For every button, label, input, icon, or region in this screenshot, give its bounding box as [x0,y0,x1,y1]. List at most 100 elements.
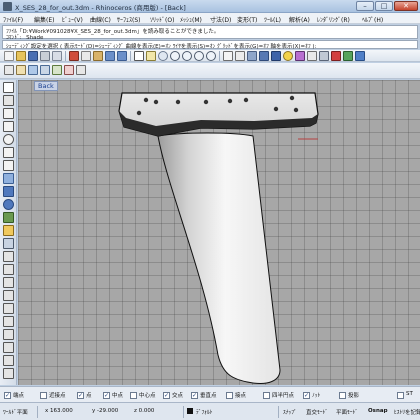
minimize-button[interactable]: – [356,1,374,11]
four-viewports-icon[interactable] [223,51,233,61]
render-teapot-icon[interactable] [331,51,341,61]
circle-icon[interactable] [3,134,14,145]
surface-tools-icon[interactable] [28,65,38,75]
layers-icon[interactable] [307,51,317,61]
osnap-knot-checkbox[interactable]: ✓ [303,392,310,399]
dimension-icon[interactable] [3,368,14,379]
construction-plane[interactable]: ﾜｰﾙﾄﾞ平面 [3,408,28,416]
select-icon[interactable] [3,82,14,93]
polyline-icon[interactable] [3,121,14,132]
print-icon[interactable] [40,51,50,61]
zoom-window-icon[interactable] [182,51,192,61]
osnap-mid-checkbox[interactable]: ✓ [103,392,110,399]
menu-view[interactable]: ﾋﾞｭｰ(V) [62,15,83,24]
zoom-selected-icon[interactable] [206,51,216,61]
osnap-intersection-checkbox[interactable]: ✓ [163,392,170,399]
render-tools-icon[interactable] [64,65,74,75]
box-solid-icon[interactable] [3,186,14,197]
planar-toggle[interactable]: 平面ﾓｰﾄﾞ [336,408,358,416]
rotate-icon[interactable] [3,316,14,327]
back-viewport[interactable]: Back [18,80,420,385]
osnap-near-checkbox[interactable] [40,392,47,399]
select-arrow-icon[interactable] [134,51,144,61]
mesh-icon[interactable] [3,212,14,223]
menu-dimension[interactable]: 寸法(D) [210,15,231,24]
rectangle-icon[interactable] [3,160,14,171]
record-history-toggle[interactable]: ﾋｽﾄﾘを記録 [394,408,420,416]
line-icon[interactable] [3,108,14,119]
close-button[interactable]: ✕ [394,1,418,11]
drafting-icon[interactable] [76,65,86,75]
menu-solid[interactable]: ｿﾘｯﾄﾞ(O) [150,15,174,24]
menu-curve[interactable]: 曲線(C) [90,15,111,24]
options-icon[interactable] [343,51,353,61]
osnap-project-checkbox[interactable] [339,392,346,399]
new-file-icon[interactable] [4,51,14,61]
menu-file[interactable]: ﾌｧｲﾙ(F) [3,15,23,24]
viewport-title[interactable]: Back [34,81,58,91]
menu-render[interactable]: ﾚﾝﾀﾞﾘﾝｸﾞ(R) [317,15,350,24]
mesh-tools-icon[interactable] [52,65,62,75]
scale-icon[interactable] [3,329,14,340]
solid-tools-icon[interactable] [40,65,50,75]
help-icon[interactable] [355,51,365,61]
join-icon[interactable] [3,277,14,288]
trim-icon[interactable] [3,251,14,262]
curve-tools-icon[interactable] [16,65,26,75]
rhino-app-icon[interactable] [3,2,12,11]
undo-icon[interactable] [105,51,115,61]
osnap-center-checkbox[interactable] [130,392,137,399]
menu-edit[interactable]: 編集(E) [34,15,54,24]
menu-mesh[interactable]: ﾒｯｼｭ(M) [180,15,202,24]
arc-icon[interactable] [3,147,14,158]
copy-icon[interactable] [81,51,91,61]
menu-help[interactable]: ﾍﾙﾌﾟ(H) [362,15,383,24]
ortho-toggle[interactable]: 直交ﾓｰﾄﾞ [306,408,328,416]
point-icon[interactable] [4,65,14,75]
zoom-extents-icon[interactable] [194,51,204,61]
grid-icon[interactable] [235,51,245,61]
osnap-end-checkbox[interactable]: ✓ [4,392,11,399]
cut-icon[interactable] [69,51,79,61]
osnap-tangent-checkbox[interactable] [226,392,233,399]
open-folder-icon[interactable] [16,51,26,61]
pan-hand-icon[interactable] [146,51,156,61]
command-history[interactable]: ﾌｧｲﾙ「D:¥Work¥091028¥X_SES_28_for_out.3dm… [2,25,418,41]
shaded-icon[interactable] [259,51,269,61]
fillet-icon[interactable] [3,225,14,236]
osnap-perpendicular-checkbox[interactable]: ✓ [191,392,198,399]
mirror-icon[interactable] [3,342,14,353]
osnap-st-checkbox[interactable] [397,392,404,399]
rotate-view-icon[interactable] [158,51,168,61]
surface-icon[interactable] [3,173,14,184]
osnap-quadrant-checkbox[interactable] [263,392,270,399]
menu-surface[interactable]: ｻｰﾌｪｽ(S) [117,15,141,24]
menu-analyze[interactable]: 解析(A) [289,15,310,24]
maximize-button[interactable]: □ [375,1,393,11]
split-icon[interactable] [3,264,14,275]
copy-object-icon[interactable] [3,303,14,314]
zoom-icon[interactable] [170,51,180,61]
boolean-icon[interactable] [3,238,14,249]
properties-icon[interactable] [52,51,62,61]
command-line[interactable]: ｼｪｰﾃﾞｨﾝｸﾞ設定を選択 ( 表示ﾓｰﾄﾞ(D)=ｼｪｰﾃﾞｨﾝｸﾞ 曲線を… [2,40,418,50]
paste-icon[interactable] [93,51,103,61]
osnap-toggle[interactable]: Osnap [368,408,388,414]
material-icon[interactable] [295,51,305,61]
blade-surface[interactable] [157,132,281,384]
save-icon[interactable] [28,51,38,61]
wireframe-icon[interactable] [247,51,257,61]
light-bulb-icon[interactable] [283,51,293,61]
move-icon[interactable] [3,290,14,301]
current-layer[interactable]: ﾃﾞﾌｫﾙﾄ [196,408,213,416]
osnap-point-checkbox[interactable]: ✓ [77,392,84,399]
redo-icon[interactable] [117,51,127,61]
object-properties-icon[interactable] [319,51,329,61]
point-tool-icon[interactable] [3,95,14,106]
sphere-solid-icon[interactable] [3,199,14,210]
menu-tools[interactable]: ﾂｰﾙ(L) [264,15,281,24]
rendered-icon[interactable] [271,51,281,61]
menu-transform[interactable]: 変形(T) [237,15,257,24]
snap-toggle[interactable]: ｽﾅｯﾌﾟ [283,408,297,416]
array-icon[interactable] [3,355,14,366]
